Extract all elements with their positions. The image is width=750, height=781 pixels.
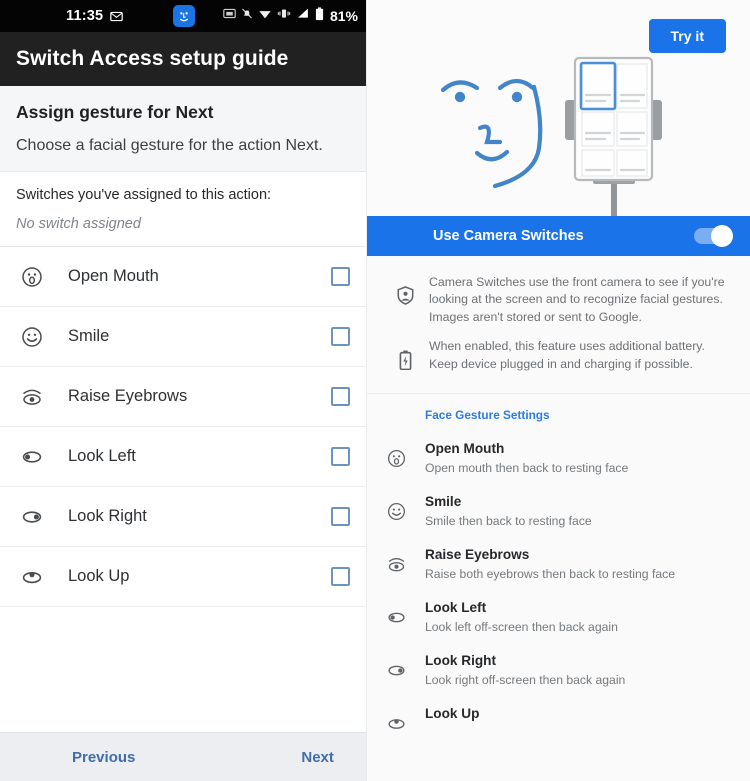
notifications-muted-icon [241,7,253,25]
gesture-checkbox[interactable] [331,327,350,346]
info-row-battery: When enabled, this feature uses addition… [381,332,736,379]
left-panel-spacer [0,669,366,732]
use-camera-switches-row[interactable]: Use Camera Switches [367,216,750,256]
face-gesture-settings-header: Face Gesture Settings [425,408,550,423]
fg-row-open-mouth[interactable]: Open Mouth Open mouth then back to resti… [367,431,750,484]
gesture-checkbox[interactable] [331,387,350,406]
signal-icon [296,7,310,25]
fg-title: Look Up [425,706,480,722]
app-bar: Switch Access setup guide [0,32,366,86]
next-button[interactable]: Next [301,749,334,766]
gesture-label: Smile [68,327,110,345]
fg-texts: Look Left Look left off-screen then back… [425,599,736,634]
battery-percent-label: 81% [329,8,358,24]
try-it-button[interactable]: Try it [648,19,726,53]
fg-title: Smile [425,494,462,510]
use-camera-switches-label: Use Camera Switches [433,228,584,244]
info-text-battery: When enabled, this feature uses addition… [429,339,705,371]
open-mouth-icon [367,440,425,469]
assign-gesture-header: Assign gesture for Next Choose a facial … [0,86,366,172]
gesture-checkbox[interactable] [331,267,350,286]
fg-title: Raise Eyebrows [425,547,530,563]
open-mouth-icon [20,265,54,289]
fg-title: Look Right [425,653,496,669]
use-camera-switches-toggle[interactable] [694,225,733,247]
fg-texts: Open Mouth Open mouth then back to resti… [425,440,736,475]
raise-eyebrows-icon [367,546,425,575]
gesture-label: Open Mouth [68,267,159,285]
look-up-icon [20,565,54,589]
fg-texts: Raise Eyebrows Raise both eyebrows then … [425,546,736,581]
battery-icon [315,6,324,26]
previous-button[interactable]: Previous [72,749,135,766]
wifi-icon [258,7,272,25]
gesture-list: Open Mouth Smile Raise Eyebrows Look Lef… [0,247,366,670]
smile-icon [367,493,425,522]
battery-charging-icon [381,338,429,371]
gesture-row-raise-eyebrows[interactable]: Raise Eyebrows [0,367,366,427]
assigned-switches-label: Switches you've assigned to this action: [16,187,272,203]
look-right-icon [367,652,425,681]
fg-title: Open Mouth [425,441,505,457]
assign-gesture-title: Assign gesture for Next [16,102,214,122]
gesture-label: Look Up [68,567,130,585]
gesture-row-look-left[interactable]: Look Left [0,427,366,487]
hero-illustration-area: Try it [367,0,750,216]
info-text-privacy: Camera Switches use the front camera to … [429,275,725,324]
fg-desc: Smile then back to resting face [425,514,592,529]
fg-row-smile[interactable]: Smile Smile then back to resting face [367,484,750,537]
gesture-label: Raise Eyebrows [68,387,188,405]
face-badge-icon [173,5,195,27]
face-gesture-settings-section: Face Gesture Settings Open Mouth Open mo… [367,394,750,781]
fg-desc: Look right off-screen then back again [425,673,626,688]
fg-row-look-up[interactable]: Look Up [367,696,750,743]
assign-gesture-subtitle: Choose a facial gesture for the action N… [16,137,323,154]
fg-texts: Look Up [425,705,736,726]
privacy-shield-icon [381,274,429,305]
page-title: Switch Access setup guide [16,47,289,70]
gesture-row-look-up[interactable]: Look Up [0,547,366,607]
look-right-icon [20,505,54,529]
message-icon [110,10,124,23]
gesture-checkbox[interactable] [331,567,350,586]
left-phone-panel: 11:35 81% Switch Access setup guide Assi… [0,0,367,781]
fg-texts: Smile Smile then back to resting face [425,493,736,528]
dual-panel-screenshot: 11:35 81% Switch Access setup guide Assi… [0,0,750,781]
info-block: Camera Switches use the front camera to … [367,256,750,395]
vibrate-icon [277,7,291,25]
info-row-privacy: Camera Switches use the front camera to … [381,268,736,332]
fg-row-look-right[interactable]: Look Right Look right off-screen then ba… [367,643,750,696]
gesture-label: Look Left [68,447,136,465]
look-left-icon [20,445,54,469]
look-up-icon [367,705,425,734]
gesture-row-open-mouth[interactable]: Open Mouth [0,247,366,307]
fg-row-raise-eyebrows[interactable]: Raise Eyebrows Raise both eyebrows then … [367,537,750,590]
fg-desc: Raise both eyebrows then back to resting… [425,567,675,582]
status-bar: 11:35 81% [0,0,366,32]
gesture-checkbox[interactable] [331,447,350,466]
fg-texts: Look Right Look right off-screen then ba… [425,652,736,687]
bottom-navigation: Previous Next [0,732,366,781]
fg-desc: Open mouth then back to resting face [425,461,629,476]
status-bar-icons: 81% [223,0,358,32]
right-settings-panel: Try it Use Camera Switches Camera Switch… [367,0,750,781]
fg-title: Look Left [425,600,487,616]
toggle-knob [711,225,733,247]
gesture-checkbox[interactable] [331,507,350,526]
gesture-row-look-right[interactable]: Look Right [0,487,366,547]
raise-eyebrows-icon [20,385,54,409]
gesture-label: Look Right [68,507,147,525]
fg-row-look-left[interactable]: Look Left Look left off-screen then back… [367,590,750,643]
gesture-row-smile[interactable]: Smile [0,307,366,367]
smile-icon [20,325,54,349]
assigned-switches-value: No switch assigned [16,216,141,232]
status-bar-clock: 11:35 [66,8,104,24]
fg-desc: Look left off-screen then back again [425,620,618,635]
assigned-switches-block: Switches you've assigned to this action:… [0,172,366,247]
screenshot-icon [223,7,236,25]
look-left-icon [367,599,425,628]
